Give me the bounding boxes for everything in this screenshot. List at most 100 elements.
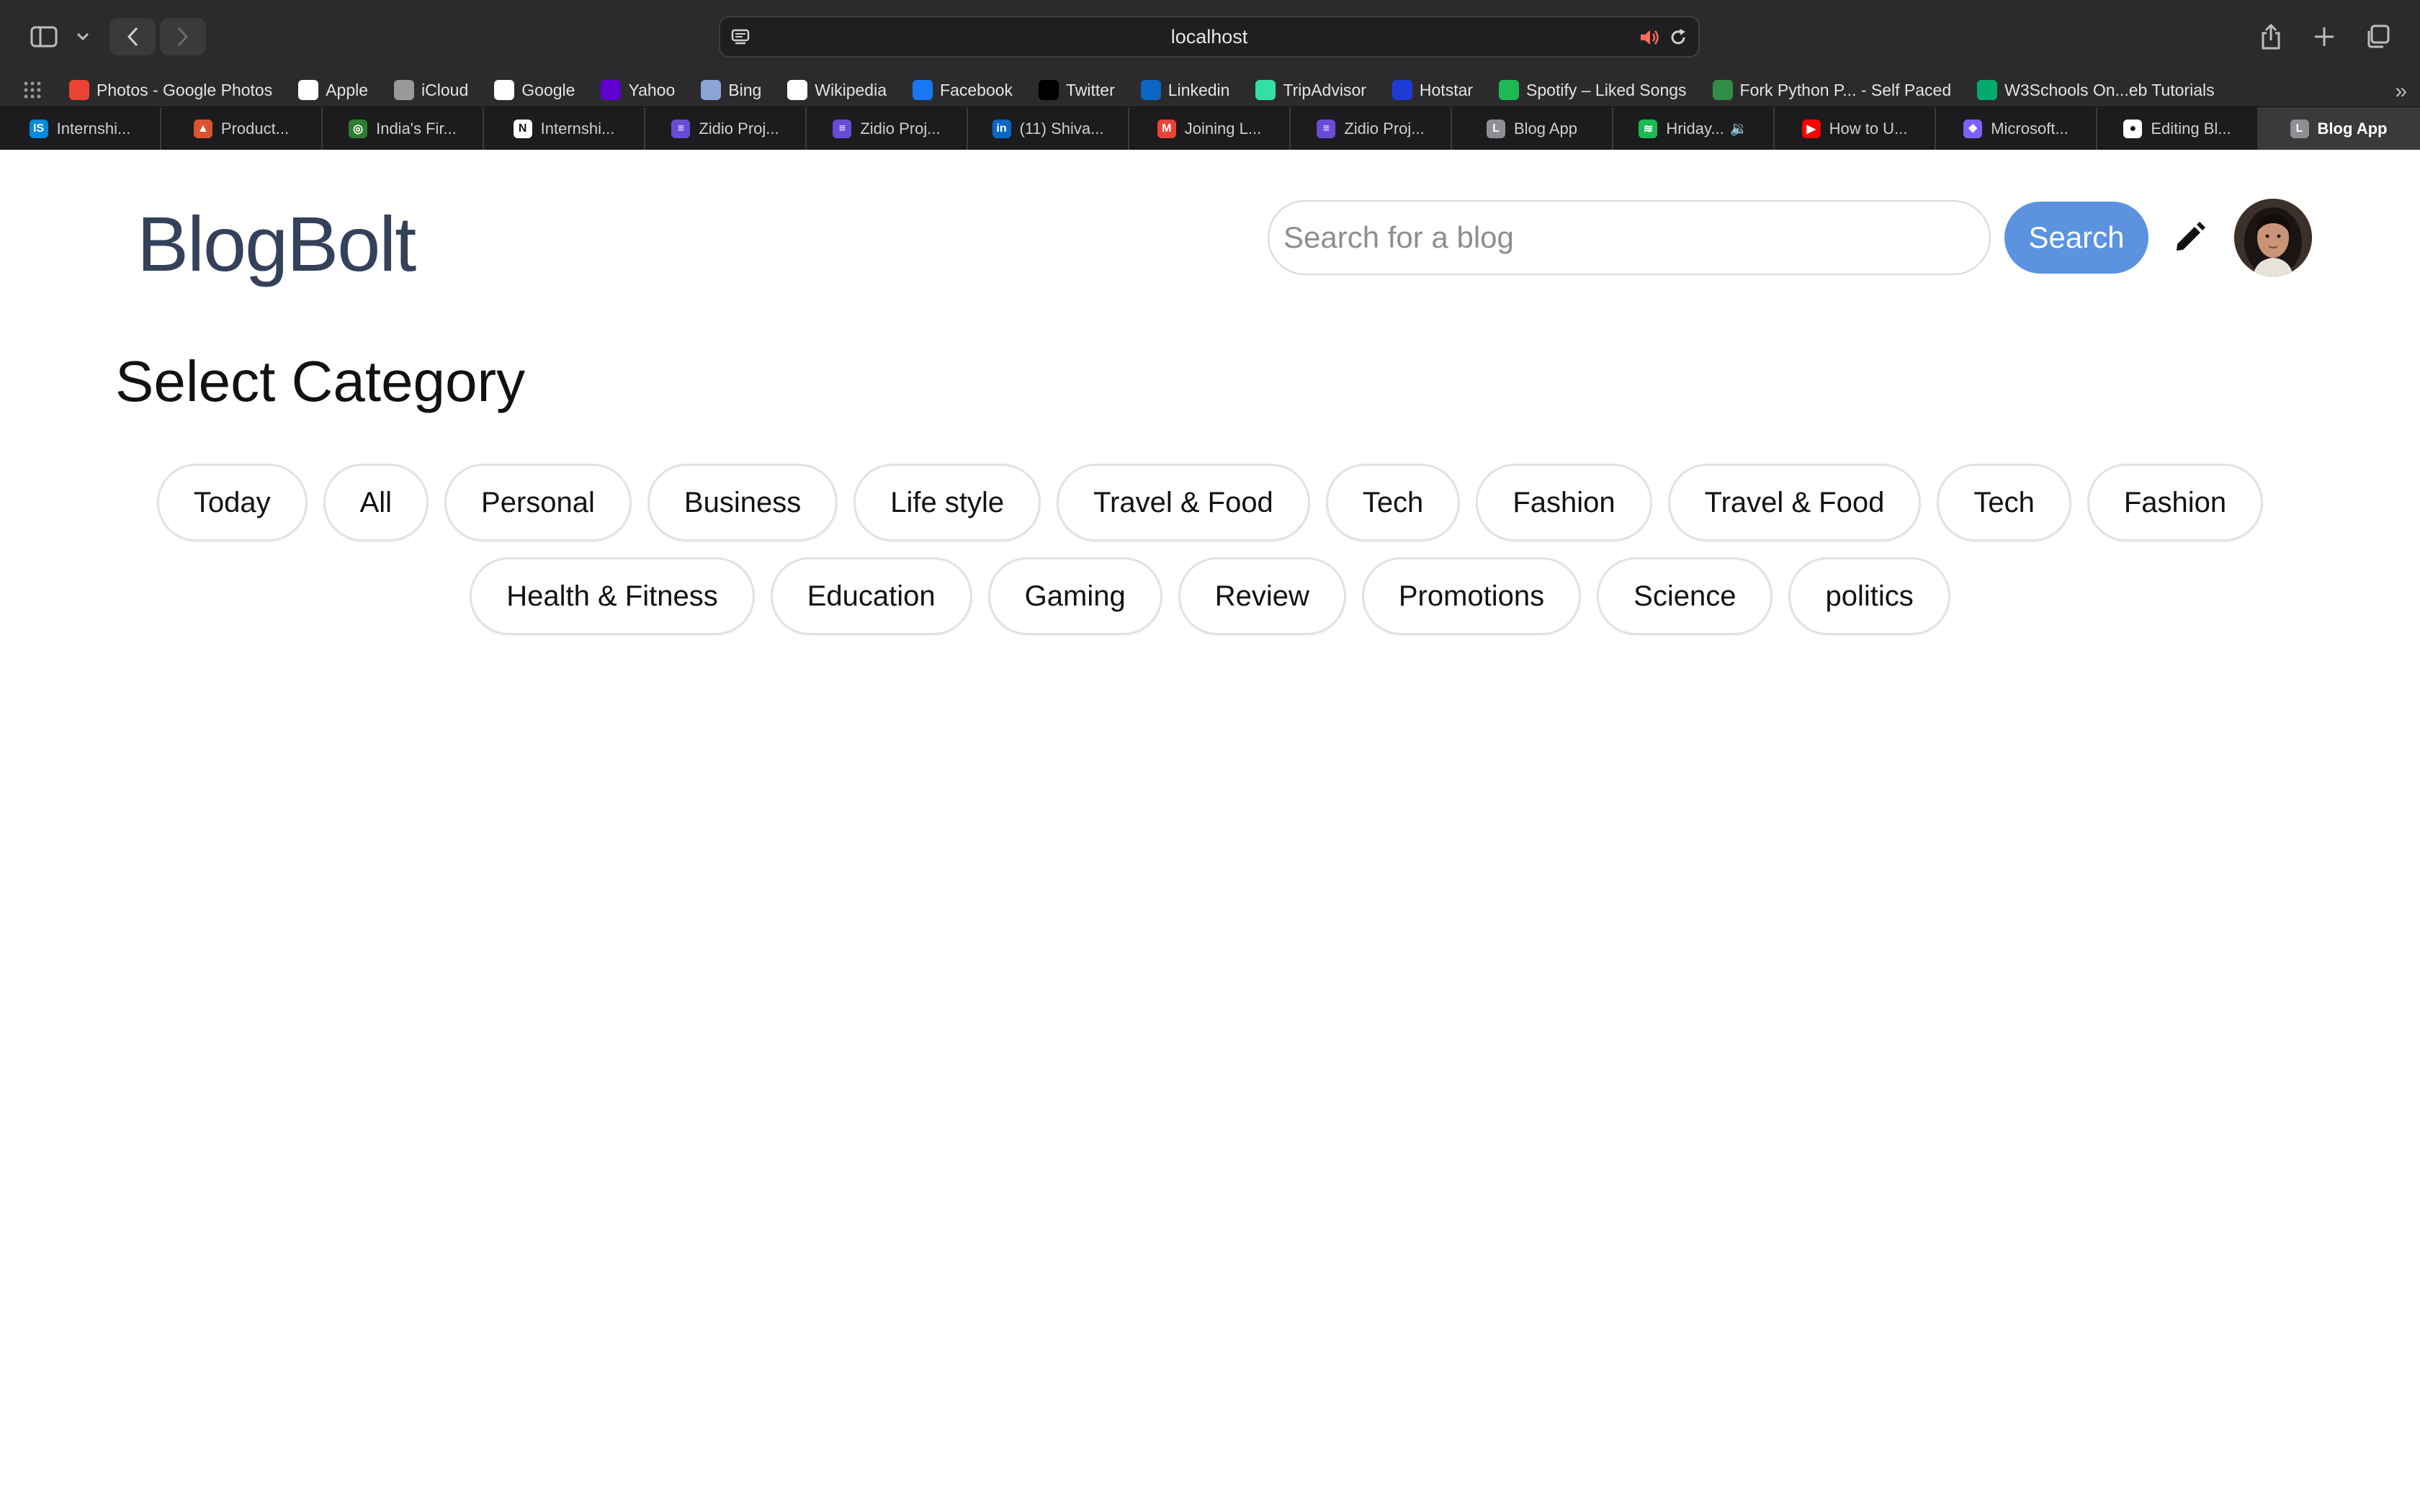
browser-tab[interactable]: IS Internshi...	[0, 107, 161, 150]
category-chip[interactable]: Today	[156, 464, 308, 541]
bookmark-item[interactable]: Facebook	[913, 80, 1013, 100]
microsoft-copilot-icon: ❖	[1963, 119, 1983, 138]
bookmark-label: iCloud	[421, 80, 469, 99]
browser-tab[interactable]: ▲ Product...	[161, 107, 323, 150]
search-input[interactable]	[1268, 200, 1991, 275]
browser-tab[interactable]: L Blog App	[1452, 107, 1613, 150]
category-chip[interactable]: Fashion	[2087, 464, 2264, 541]
linkedin-icon: in	[992, 119, 1011, 138]
tab-label: Blog App	[1513, 119, 1578, 138]
browser-tab[interactable]: N Internshi...	[484, 107, 645, 150]
new-tab-button[interactable]	[2302, 18, 2347, 55]
category-chip[interactable]: Promotions	[1361, 557, 1582, 635]
bookmark-item[interactable]: Linkedin	[1140, 80, 1230, 100]
category-chip[interactable]: Tech	[1937, 464, 2071, 541]
bookmark-label: Fork Python P... - Self Paced	[1739, 80, 1952, 99]
category-chip[interactable]: All	[323, 464, 429, 541]
browser-tab[interactable]: ≡ Zidio Proj...	[1291, 107, 1452, 150]
speaker-icon[interactable]	[1639, 28, 1661, 50]
bookmark-item[interactable]: Google	[494, 80, 575, 100]
category-chip[interactable]: Health & Fitness	[470, 557, 755, 635]
gmail-icon: M	[1157, 119, 1176, 138]
browser-tab[interactable]: ❖ Microsoft...	[1936, 107, 2097, 150]
bookmark-item[interactable]: Photos - Google Photos	[69, 80, 272, 100]
tab-overview-button[interactable]	[2355, 18, 2400, 55]
browser-tab[interactable]: ▶ How to U...	[1775, 107, 1936, 150]
sidebar-toggle-button[interactable]	[20, 18, 68, 55]
blog-app-icon: L	[2290, 119, 2309, 138]
spotify-icon: ≋	[1639, 119, 1658, 138]
forward-button[interactable]	[160, 18, 206, 55]
category-chip[interactable]: politics	[1788, 557, 1950, 635]
tab-label: Zidio Proj...	[1344, 119, 1425, 138]
zidio-icon: ≡	[1317, 119, 1336, 138]
browser-toolbar: localhost	[0, 0, 2420, 73]
facebook-icon	[913, 80, 933, 100]
site-logo[interactable]: BlogBolt	[137, 199, 416, 289]
bookmark-item[interactable]: Hotstar	[1392, 80, 1473, 100]
speaker-icon[interactable]: 🔉	[1730, 120, 1748, 138]
back-button[interactable]	[109, 18, 156, 55]
tab-label: Internshi...	[56, 119, 131, 138]
chevron-right-icon	[177, 27, 189, 47]
hotstar-icon	[1392, 80, 1412, 100]
browser-tab[interactable]: ● Editing Bl...	[2097, 107, 2259, 150]
bookmark-item[interactable]: Twitter	[1039, 80, 1115, 100]
category-chip[interactable]: Business	[647, 464, 838, 541]
browser-tab[interactable]: L Blog App	[2259, 107, 2420, 150]
share-icon	[2262, 23, 2280, 50]
category-chip[interactable]: Travel & Food	[1057, 464, 1310, 541]
chevron-double-right-icon[interactable]: »	[2395, 79, 2407, 104]
reload-icon[interactable]	[1668, 27, 1688, 51]
gfg-icon	[1712, 80, 1733, 100]
bookmark-item[interactable]: TripAdvisor	[1255, 80, 1366, 100]
wikipedia-icon	[787, 80, 808, 100]
bookmark-item[interactable]: iCloud	[394, 80, 468, 100]
bookmark-item[interactable]: Spotify – Liked Songs	[1499, 80, 1687, 100]
bookmark-item[interactable]: Bing	[701, 80, 761, 100]
grid-icon[interactable]	[22, 81, 43, 99]
chevron-down-icon	[76, 32, 89, 41]
browser-tab[interactable]: M Joining L...	[1129, 107, 1291, 150]
bookmark-label: Hotstar	[1419, 80, 1474, 99]
category-chip[interactable]: Travel & Food	[1667, 464, 1922, 541]
browser-tab[interactable]: ≡ Zidio Proj...	[807, 107, 968, 150]
apple-icon	[394, 80, 415, 100]
user-avatar[interactable]	[2234, 199, 2312, 276]
bookmark-item[interactable]: W3Schools On...eb Tutorials	[1977, 80, 2215, 100]
address-bar[interactable]: localhost	[719, 16, 1700, 58]
producthunt-icon: ▲	[193, 119, 212, 138]
github-icon: ●	[2123, 119, 2143, 138]
tab-label: Hriday...	[1666, 119, 1724, 138]
category-chip[interactable]: Personal	[444, 464, 632, 541]
search-button[interactable]: Search	[2004, 202, 2148, 274]
google-icon	[494, 80, 515, 100]
pencil-icon	[2177, 222, 2205, 251]
page-menu-icon[interactable]	[730, 27, 750, 51]
browser-tab[interactable]: ≡ Zidio Proj...	[645, 107, 807, 150]
category-chip[interactable]: Science	[1597, 557, 1773, 635]
browser-tab[interactable]: ≋ Hriday... 🔉	[1613, 107, 1775, 150]
tab-group-menu-button[interactable]	[69, 18, 97, 55]
write-blog-button[interactable]	[2168, 216, 2211, 259]
browser-tab[interactable]: in (11) Shiva...	[968, 107, 1129, 150]
bookmark-label: Google	[521, 80, 575, 99]
share-button[interactable]	[2249, 18, 2293, 55]
bookmark-item[interactable]: Yahoo	[601, 80, 675, 100]
category-chip[interactable]: Tech	[1325, 464, 1461, 541]
bookmark-item[interactable]: Wikipedia	[787, 80, 887, 100]
bookmark-label: Wikipedia	[815, 80, 887, 99]
bookmark-item[interactable]: Fork Python P... - Self Paced	[1712, 80, 1952, 100]
tab-label: Editing Bl...	[2151, 119, 2231, 138]
bookmark-label: Linkedin	[1168, 80, 1230, 99]
browser-tab[interactable]: ◎ India's Fir...	[323, 107, 484, 150]
bookmark-label: W3Schools On...eb Tutorials	[2004, 80, 2215, 99]
bookmarks-bar: Photos - Google Photos Apple iCloud Google Y…	[0, 73, 2420, 107]
bookmark-label: Bing	[728, 80, 762, 99]
category-chip[interactable]: Gaming	[987, 557, 1162, 635]
category-chip[interactable]: Education	[770, 557, 972, 635]
bookmark-item[interactable]: Apple	[298, 80, 368, 100]
category-chip[interactable]: Fashion	[1476, 464, 1652, 541]
category-chip[interactable]: Review	[1178, 557, 1346, 635]
category-chip[interactable]: Life style	[853, 464, 1041, 541]
